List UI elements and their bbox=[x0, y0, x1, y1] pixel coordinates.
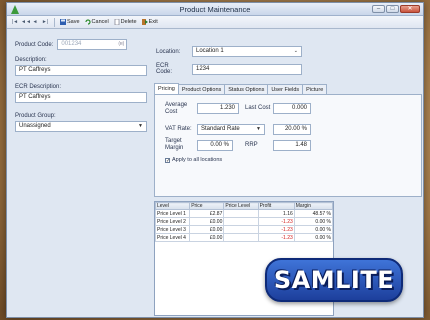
minimize-button[interactable]: – bbox=[372, 5, 385, 13]
location-label: Location: bbox=[156, 48, 181, 55]
cancel-label: Cancel bbox=[91, 19, 109, 25]
title-bar: Product Maintenance – □ ✕ bbox=[7, 3, 423, 16]
tab-pricing[interactable]: Pricing bbox=[154, 83, 179, 94]
previous-page-button[interactable]: ◄◄ bbox=[21, 18, 31, 26]
column-header-price-level[interactable]: Price Level bbox=[223, 202, 259, 210]
tab-strip: Pricing Product Options Status Options U… bbox=[154, 83, 328, 94]
price-cell[interactable]: £0.00 bbox=[189, 225, 225, 234]
tab-status-options[interactable]: Status Options bbox=[224, 84, 269, 94]
exit-icon bbox=[141, 19, 148, 25]
cancel-button[interactable]: Cancel bbox=[84, 19, 109, 25]
price-cell[interactable]: £2.87 bbox=[189, 209, 225, 218]
vat-rate-value: Standard Rate bbox=[201, 126, 240, 132]
column-header-profit[interactable]: Profit bbox=[257, 202, 295, 210]
column-header-price[interactable]: Price bbox=[189, 202, 225, 210]
ecr-description-field[interactable]: PT Caffreys bbox=[15, 92, 147, 103]
table-row[interactable]: Price Level 1 £2.87 1.16 48.57 % bbox=[154, 209, 334, 218]
undo-icon bbox=[84, 19, 91, 25]
product-group-select[interactable]: Unassigned ▼ bbox=[15, 121, 147, 132]
delete-button[interactable]: Delete bbox=[114, 19, 137, 25]
margin-cell[interactable]: 0.00 % bbox=[293, 233, 334, 242]
lookup-icon[interactable]: (ʀ) bbox=[118, 40, 124, 49]
average-cost-label: Average Cost bbox=[165, 102, 188, 115]
location-select[interactable]: Location 1 ⌄ bbox=[192, 46, 302, 57]
maximize-button[interactable]: □ bbox=[386, 5, 399, 13]
level-cell[interactable]: Price Level 3 bbox=[154, 225, 191, 234]
window-title: Product Maintenance bbox=[179, 5, 251, 14]
exit-button[interactable]: Exit bbox=[141, 19, 158, 25]
description-field[interactable]: PT Caffreys bbox=[15, 65, 147, 76]
product-group-label: Product Group: bbox=[15, 113, 56, 119]
price-level-cell[interactable] bbox=[223, 217, 259, 226]
rrp-label: RRP bbox=[245, 142, 258, 148]
toolbar: |◄ ◄◄ ◄ ►| Save Cancel Delete Exit bbox=[7, 16, 423, 29]
floppy-disk-icon bbox=[60, 19, 66, 25]
average-cost-field[interactable]: 1.230 bbox=[197, 103, 239, 114]
product-code-label: Product Code: bbox=[15, 41, 54, 48]
previous-record-button[interactable]: ◄ bbox=[31, 18, 39, 26]
level-cell[interactable]: Price Level 4 bbox=[154, 233, 191, 242]
apply-all-locations-checkbox[interactable]: ✓ Apply to all locations bbox=[165, 157, 222, 163]
checkmark-icon: ✓ bbox=[165, 157, 171, 164]
vat-rate-label: VAT Rate: bbox=[165, 126, 192, 132]
last-cost-field[interactable]: 0.000 bbox=[273, 103, 311, 114]
margin-cell[interactable]: 48.57 % bbox=[293, 209, 334, 218]
price-cell[interactable]: £0.00 bbox=[189, 233, 225, 242]
table-row[interactable]: Price Level 3 £0.00 -1.23 0.00 % bbox=[154, 225, 334, 234]
profit-cell[interactable]: 1.16 bbox=[257, 209, 295, 218]
price-level-cell[interactable] bbox=[223, 225, 259, 234]
exit-label: Exit bbox=[148, 19, 158, 25]
table-row[interactable]: Price Level 2 £0.00 -1.23 0.00 % bbox=[154, 217, 334, 226]
price-level-cell[interactable] bbox=[223, 209, 259, 218]
pricing-panel: Average Cost 1.230 Last Cost 0.000 VAT R… bbox=[154, 94, 422, 197]
price-cell[interactable]: £0.00 bbox=[189, 217, 225, 226]
save-label: Save bbox=[67, 19, 80, 25]
tab-picture[interactable]: Picture bbox=[302, 84, 328, 94]
dropdown-arrow-icon: ⌄ bbox=[293, 48, 298, 54]
first-record-button[interactable]: |◄ bbox=[11, 18, 19, 26]
last-record-button[interactable]: ►| bbox=[41, 18, 49, 26]
product-group-value: Unassigned bbox=[19, 123, 51, 129]
level-cell[interactable]: Price Level 2 bbox=[154, 217, 191, 226]
ecr-code-field[interactable]: 1234 bbox=[192, 63, 302, 75]
table-row[interactable]: Price Level 4 £0.00 -1.23 0.00 % bbox=[154, 233, 334, 242]
vat-percent-field[interactable]: 20.00 % bbox=[273, 124, 311, 135]
last-cost-label: Last Cost bbox=[245, 105, 271, 111]
profit-cell[interactable]: -1.23 bbox=[257, 225, 295, 234]
product-code-field[interactable]: 001234 (ʀ) bbox=[57, 39, 128, 50]
delete-page-icon bbox=[114, 19, 119, 25]
tab-product-options[interactable]: Product Options bbox=[177, 84, 226, 94]
dropdown-arrow-icon: ▼ bbox=[138, 123, 143, 129]
target-margin-label: Target Margin bbox=[165, 138, 184, 151]
dropdown-arrow-icon: ▼ bbox=[256, 126, 261, 132]
rrp-field[interactable]: 1.48 bbox=[273, 140, 311, 151]
delete-label: Delete bbox=[120, 19, 137, 25]
profit-cell[interactable]: -1.23 bbox=[257, 233, 295, 242]
samlite-logo: SAMLITE bbox=[265, 258, 403, 302]
tab-user-fields[interactable]: User Fields bbox=[267, 84, 304, 94]
left-pane: Product Code: 001234 (ʀ) Description: PT… bbox=[15, 39, 147, 132]
ecr-description-label: ECR Description: bbox=[15, 84, 62, 90]
margin-cell[interactable]: 0.00 % bbox=[293, 225, 334, 234]
location-value: Location 1 bbox=[196, 48, 224, 54]
apply-all-locations-label: Apply to all locations bbox=[172, 157, 223, 163]
vat-rate-select[interactable]: Standard Rate ▼ bbox=[197, 124, 265, 135]
level-cell[interactable]: Price Level 1 bbox=[154, 209, 191, 218]
price-level-cell[interactable] bbox=[223, 233, 259, 242]
logo-text: SAMLITE bbox=[273, 266, 395, 294]
column-header-margin[interactable]: Margin bbox=[293, 202, 334, 210]
description-label: Description: bbox=[15, 57, 47, 63]
grid-header-row: Level Price Price Level Profit Margin bbox=[154, 202, 334, 210]
save-button[interactable]: Save bbox=[60, 19, 80, 25]
target-margin-field[interactable]: 0.00 % bbox=[197, 140, 233, 151]
toolbar-divider bbox=[54, 17, 55, 27]
product-code-value: 001234 bbox=[61, 41, 82, 47]
profit-cell[interactable]: -1.23 bbox=[257, 217, 295, 226]
margin-cell[interactable]: 0.00 % bbox=[293, 217, 334, 226]
column-header-level[interactable]: Level bbox=[154, 202, 191, 210]
close-button[interactable]: ✕ bbox=[400, 5, 420, 13]
ecr-code-label: ECR Code: bbox=[156, 63, 173, 75]
